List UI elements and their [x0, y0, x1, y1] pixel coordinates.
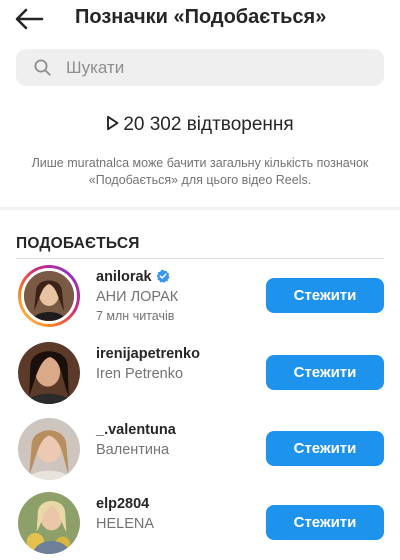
profile-photo	[24, 271, 74, 321]
username: anilorak	[96, 269, 152, 285]
page-title: Позначки «Подобається»	[75, 6, 327, 28]
profile-photo	[18, 492, 80, 554]
likes-section-title: ПОДОБАЄТЬСЯ	[16, 235, 140, 252]
followers-count: 7 млн читачів	[96, 309, 175, 323]
play-icon	[107, 115, 119, 131]
section-underline	[16, 258, 384, 259]
avatar[interactable]	[18, 492, 80, 554]
back-arrow-icon[interactable]	[14, 8, 44, 30]
follow-button[interactable]: Стежити	[266, 505, 384, 540]
likes-visibility-note: Лише muratnalca може бачити загальну кіл…	[31, 156, 369, 187]
full-name: Валентина	[96, 442, 170, 458]
profile-photo	[18, 342, 80, 404]
header-bar: Позначки «Подобається»	[0, 0, 400, 38]
section-divider	[0, 207, 400, 210]
plays-count: 20 302 відтворення	[0, 114, 400, 136]
username: elp2804	[96, 496, 150, 512]
username: irenijapetrenko	[96, 346, 200, 362]
search-icon	[34, 59, 51, 76]
username-link[interactable]: anilorak	[96, 269, 170, 285]
username-link[interactable]: irenijapetrenko	[96, 346, 200, 362]
verified-badge-icon	[156, 269, 170, 283]
search-bar[interactable]	[16, 49, 384, 86]
full-name: HELENA	[96, 516, 155, 532]
follow-button[interactable]: Стежити	[266, 355, 384, 390]
list-item: elp2804 HELENA Стежити	[0, 492, 400, 560]
avatar[interactable]	[18, 265, 80, 327]
full-name: АНИ ЛОРАК	[96, 289, 179, 305]
full-name: Iren Petrenko	[96, 366, 184, 382]
plays-text: 20 302 відтворення	[123, 114, 294, 135]
follow-button[interactable]: Стежити	[266, 278, 384, 313]
username-link[interactable]: _.valentuna	[96, 422, 176, 438]
avatar[interactable]	[18, 418, 80, 480]
avatar[interactable]	[18, 342, 80, 404]
list-item: anilorak АНИ ЛОРАК 7 млн читачів Стежити	[0, 265, 400, 337]
list-item: _.valentuna Валентина Стежити	[0, 418, 400, 490]
profile-photo	[18, 418, 80, 480]
follow-button[interactable]: Стежити	[266, 431, 384, 466]
username: _.valentuna	[96, 422, 176, 438]
list-item: irenijapetrenko Iren Petrenko Стежити	[0, 342, 400, 414]
search-input[interactable]	[66, 49, 366, 86]
username-link[interactable]: elp2804	[96, 496, 149, 512]
